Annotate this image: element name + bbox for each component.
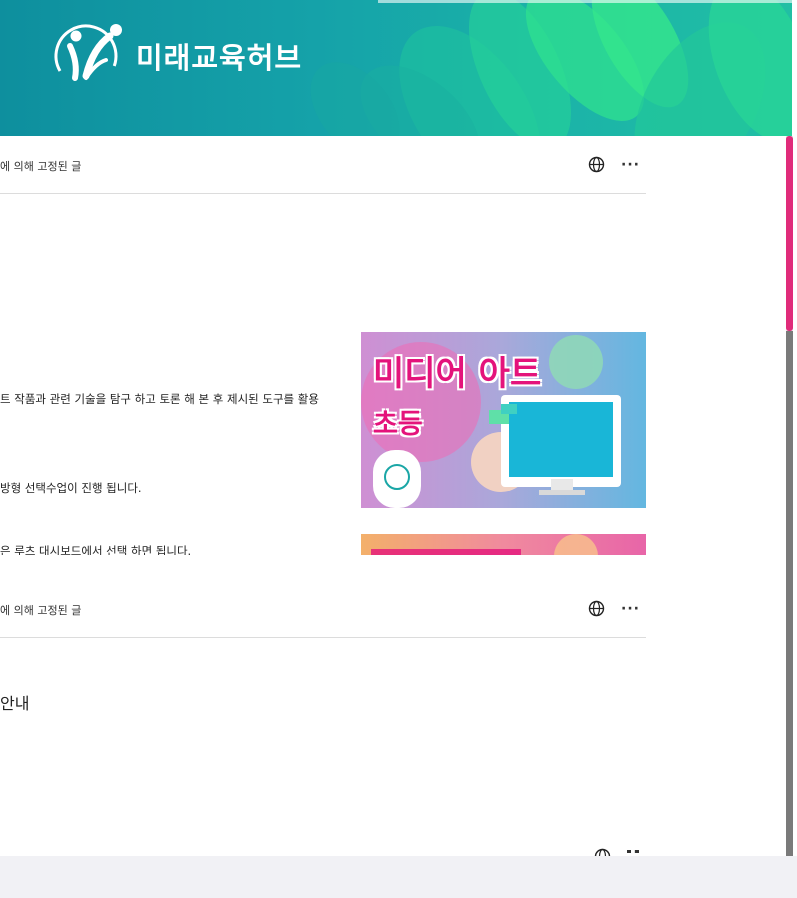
post-header: 에 의해 고정된 글 ··· [0, 136, 646, 194]
globe-icon[interactable] [588, 600, 605, 617]
post-actions: ··· [588, 156, 640, 173]
post-body-line: 은 루츠 대시보드에서 선택 하면 됩니다. [0, 544, 192, 555]
more-icon[interactable]: ··· [621, 158, 640, 172]
post-header: 에 의해 고정된 글 ··· [0, 580, 646, 638]
more-icon[interactable]: ··· [621, 602, 640, 616]
scrollbar-track[interactable] [786, 331, 793, 856]
brand[interactable]: 미래교육허브 [48, 18, 302, 94]
globe-icon[interactable] [588, 156, 605, 173]
pinned-label: 에 의해 고정된 글 [0, 160, 82, 173]
thumbnail-title: 미디어 아트 [373, 354, 542, 394]
thumbnail-subtitle: 초등 [373, 409, 423, 440]
next-post-actions-peek [594, 848, 654, 856]
header-banner: 미래교육허브 [0, 0, 792, 136]
post-body-line: 방형 선택수업이 진행 됩니다. [0, 481, 142, 495]
globe-icon[interactable] [594, 848, 611, 856]
brand-name: 미래교육허브 [136, 41, 303, 75]
pinned-label: 에 의해 고정된 글 [0, 604, 82, 617]
thumbnail-image-peek [361, 534, 646, 555]
more-icon[interactable] [627, 850, 639, 853]
post-actions: ··· [588, 600, 640, 617]
post-title[interactable]: 안내 [0, 690, 29, 714]
post-body-line: 트 작품과 관련 기술을 탐구 하고 토론 해 본 후 제시된 도구를 활용 [0, 392, 319, 406]
people-leaf-logo-icon [54, 24, 122, 88]
post-body-clip: 은 루츠 대시보드에서 선택 하면 됩니다. [0, 543, 360, 555]
page: 미래교육허브 에 의해 고정된 글 ··· 트 작품과 관련 기술을 탐구 하고… [0, 0, 797, 898]
page-footer-area [0, 856, 797, 898]
scrollbar-thumb[interactable] [786, 136, 793, 331]
post-thumbnail[interactable]: 미디어 아트 초등 [361, 332, 646, 508]
post-thumbnail-peek[interactable] [361, 534, 646, 555]
scrollbar[interactable] [786, 136, 793, 856]
